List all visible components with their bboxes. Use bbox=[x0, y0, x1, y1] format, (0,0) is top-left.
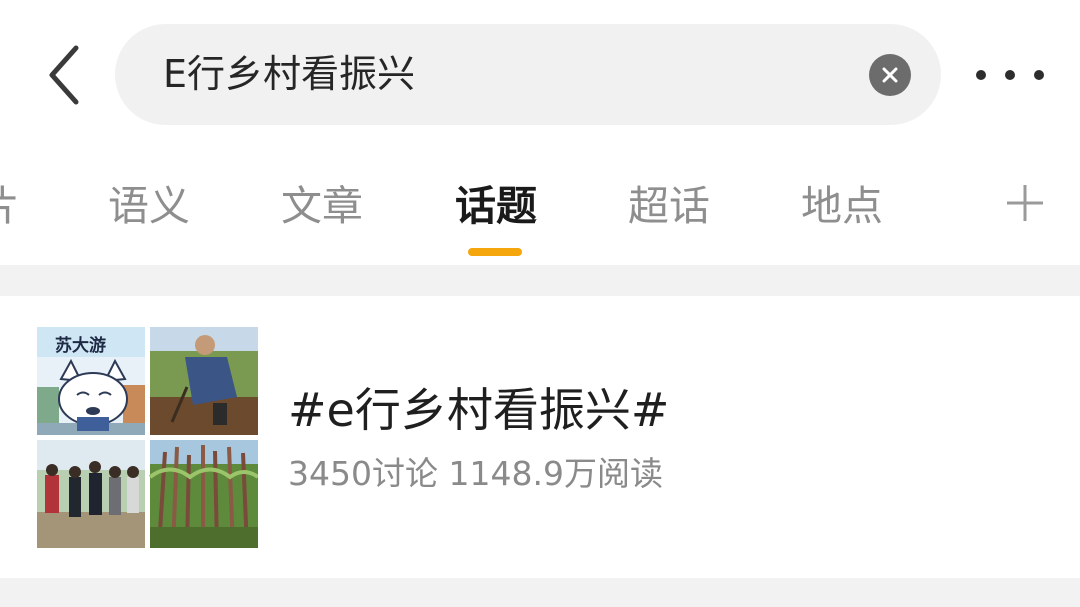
topic-thumbnail-collage: 苏大游 bbox=[37, 327, 258, 548]
search-header: E行乡村看振兴 bbox=[0, 0, 1080, 150]
topic-stats: 3450讨论 1148.9万阅读 bbox=[288, 454, 663, 493]
back-button[interactable] bbox=[34, 45, 94, 105]
tab-semantic[interactable]: 语义 bbox=[89, 178, 209, 234]
weibo-search-page: E行乡村看振兴 片 语义 文章 话题 超话 地点 bbox=[0, 0, 1080, 607]
tab-super-topics[interactable]: 超话 bbox=[609, 178, 729, 234]
villagers-photo bbox=[37, 440, 145, 548]
chevron-left-icon bbox=[49, 45, 79, 105]
add-tab-button[interactable] bbox=[998, 176, 1052, 230]
tab-partial[interactable]: 片 bbox=[0, 178, 24, 234]
search-query-text: E行乡村看振兴 bbox=[163, 52, 416, 96]
clear-button[interactable] bbox=[869, 54, 911, 96]
plus-icon bbox=[1007, 185, 1043, 221]
sugarcane-field-photo bbox=[148, 440, 258, 548]
tab-articles[interactable]: 文章 bbox=[262, 178, 382, 234]
tab-topics[interactable]: 话题 bbox=[436, 178, 556, 234]
section-divider bbox=[0, 265, 1080, 296]
topic-title[interactable]: #e行乡村看振兴# bbox=[288, 382, 669, 438]
mascot-logo-text: 苏大游 bbox=[55, 335, 106, 356]
farmer-photo bbox=[150, 327, 258, 435]
search-input[interactable]: E行乡村看振兴 bbox=[115, 24, 941, 125]
section-divider bbox=[0, 578, 1080, 607]
tab-places[interactable]: 地点 bbox=[782, 178, 902, 234]
mascot-image: 苏大游 bbox=[37, 327, 145, 435]
more-dot-icon bbox=[1005, 70, 1015, 80]
active-tab-indicator bbox=[468, 248, 522, 256]
more-dot-icon bbox=[1034, 70, 1044, 80]
topic-thumbnail: 苏大游 bbox=[37, 327, 258, 548]
clear-icon bbox=[882, 67, 898, 83]
topic-result-card[interactable]: 苏大游 #e行乡村看振兴# 3450讨论 1148.9万阅读 bbox=[0, 296, 1080, 578]
more-button[interactable] bbox=[972, 55, 1048, 95]
more-dot-icon bbox=[976, 70, 986, 80]
search-tabs: 片 语义 文章 话题 超话 地点 bbox=[0, 150, 1080, 265]
